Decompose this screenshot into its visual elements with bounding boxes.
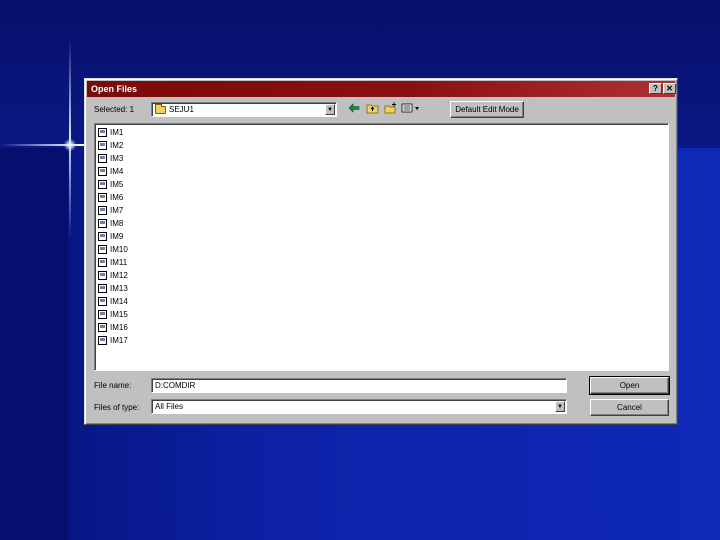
image-file-icon: [98, 297, 107, 306]
file-list-item-label: IM10: [110, 245, 128, 254]
file-list-item-label: IM5: [110, 180, 124, 189]
default-edit-mode-button[interactable]: Default Edit Mode: [450, 101, 524, 118]
folder-combo[interactable]: SEJU1 ▼: [151, 102, 337, 117]
file-list-item[interactable]: IM8: [98, 217, 123, 230]
back-arrow-icon[interactable]: [347, 102, 361, 116]
image-file-icon: [98, 323, 107, 332]
image-file-icon: [98, 193, 107, 202]
image-file-icon: [98, 154, 107, 163]
image-file-icon: [98, 128, 107, 137]
image-file-icon: [98, 167, 107, 176]
file-list-item-label: IM4: [110, 167, 124, 176]
image-file-icon: [98, 336, 107, 345]
slide-background-band: [0, 148, 68, 540]
chevron-down-icon[interactable]: ▼: [555, 401, 565, 412]
image-file-icon: [98, 245, 107, 254]
file-name-value: D:COMDIR: [155, 381, 196, 390]
file-list-item[interactable]: IM6: [98, 191, 123, 204]
file-list-item-label: IM13: [110, 284, 128, 293]
folder-icon: [155, 103, 166, 114]
file-list-item[interactable]: IM13: [98, 282, 128, 295]
file-list-item-label: IM15: [110, 310, 128, 319]
open-button[interactable]: Open: [589, 376, 670, 395]
file-list-item[interactable]: IM14: [98, 295, 128, 308]
file-list-item-label: IM17: [110, 336, 128, 345]
file-list-item[interactable]: IM2: [98, 139, 123, 152]
file-list-item[interactable]: IM15: [98, 308, 128, 321]
dialog-title-bar[interactable]: Open Files ? ✕: [87, 81, 676, 97]
file-list-item-label: IM6: [110, 193, 124, 202]
file-list-item-label: IM12: [110, 271, 128, 280]
image-file-icon: [98, 180, 107, 189]
file-name-label: File name:: [94, 381, 132, 390]
new-folder-icon[interactable]: [383, 102, 397, 116]
image-file-icon: [98, 310, 107, 319]
file-list-item[interactable]: IM16: [98, 321, 128, 334]
file-list-item-label: IM8: [110, 219, 124, 228]
chevron-down-icon[interactable]: ▼: [325, 104, 335, 115]
image-file-icon: [98, 141, 107, 150]
file-name-field[interactable]: D:COMDIR: [151, 378, 567, 393]
files-of-type-label: Files of type:: [94, 403, 140, 412]
light-flare-vertical: [69, 38, 71, 238]
file-list-item[interactable]: IM4: [98, 165, 123, 178]
dialog-title: Open Files: [91, 84, 138, 94]
file-list-item-label: IM7: [110, 206, 124, 215]
image-file-icon: [98, 271, 107, 280]
image-file-icon: [98, 219, 107, 228]
open-files-dialog: Open Files ? ✕ Selected: 1 SEJU1 ▼ Defau…: [84, 78, 678, 425]
files-of-type-select[interactable]: All Files ▼: [151, 399, 567, 414]
file-list-item[interactable]: IM10: [98, 243, 128, 256]
file-list-item-label: IM14: [110, 297, 128, 306]
file-list-item[interactable]: IM9: [98, 230, 123, 243]
files-of-type-value: All Files: [155, 402, 184, 411]
image-file-icon: [98, 284, 107, 293]
close-button[interactable]: ✕: [663, 83, 676, 94]
file-list-item[interactable]: IM3: [98, 152, 123, 165]
file-list-item[interactable]: IM12: [98, 269, 128, 282]
file-list-item-label: IM11: [110, 258, 128, 267]
image-file-icon: [98, 258, 107, 267]
file-list-item[interactable]: IM7: [98, 204, 123, 217]
file-list-item-label: IM9: [110, 232, 124, 241]
selected-count-label: Selected: 1: [94, 105, 135, 114]
cancel-button[interactable]: Cancel: [590, 399, 669, 416]
file-list-item[interactable]: IM1: [98, 126, 123, 139]
file-list-item[interactable]: IM5: [98, 178, 123, 191]
up-folder-icon[interactable]: [365, 102, 379, 116]
file-list-item-label: IM1: [110, 128, 124, 137]
file-list-item-label: IM3: [110, 154, 124, 163]
file-list-item-label: IM16: [110, 323, 128, 332]
file-list[interactable]: IM1 IM2 IM3 IM4 IM5 IM6 IM7 IM8 IM9 IM10 IM11 IM12 I…: [94, 123, 669, 371]
image-file-icon: [98, 232, 107, 241]
file-list-item[interactable]: IM11: [98, 256, 127, 269]
file-list-item-label: IM2: [110, 141, 124, 150]
file-list-item[interactable]: IM17: [98, 334, 128, 347]
folder-value: SEJU1: [169, 105, 194, 114]
light-flare-center: [64, 139, 76, 151]
image-file-icon: [98, 206, 107, 215]
view-menu-icon[interactable]: [401, 102, 421, 116]
help-button[interactable]: ?: [649, 83, 662, 94]
